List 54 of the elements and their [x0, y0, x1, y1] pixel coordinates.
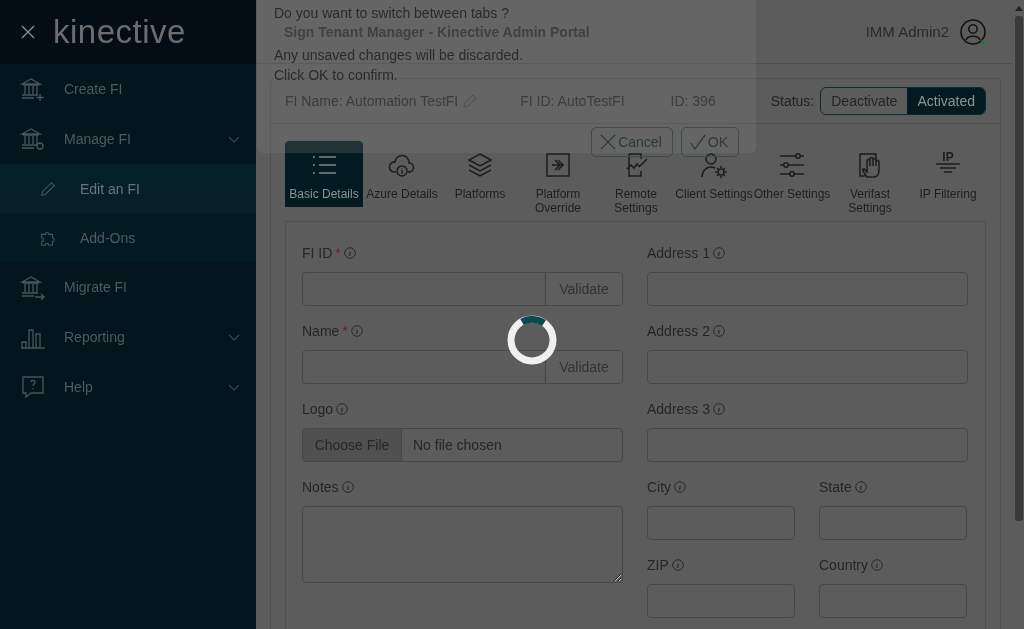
status-option[interactable]: Activated [907, 88, 985, 114]
cancel-button[interactable]: Cancel [591, 127, 673, 157]
user-gear-icon [700, 151, 728, 179]
dialog-message: Do you want to switch between tabs ? [274, 4, 511, 23]
info-icon [854, 481, 867, 493]
required-asterisk: * [335, 245, 341, 261]
tab[interactable]: Other Settings [753, 141, 831, 215]
info-icon [341, 481, 354, 493]
info-icon [671, 559, 684, 571]
info-icon [336, 403, 349, 415]
bank-arrow-icon [20, 274, 46, 300]
logo: kinective [53, 13, 186, 51]
help-icon [20, 374, 46, 400]
tab[interactable]: Basic Details [285, 141, 363, 207]
tab[interactable]: Verifast Settings [831, 141, 909, 215]
dialog-message: Click OK to confirm. [274, 66, 399, 85]
sidebar-item[interactable]: Create FI [0, 64, 256, 114]
required-asterisk: * [342, 323, 348, 339]
close-icon[interactable] [21, 25, 35, 39]
info-icon [674, 481, 687, 493]
sidebar-item[interactable]: Manage FI [0, 114, 256, 164]
bank-gear-icon [20, 126, 46, 152]
status-option[interactable]: Deactivate [821, 88, 908, 114]
dialog-message: Any unsaved changes will be discarded. [274, 46, 525, 65]
sidebar-item[interactable]: Help [0, 362, 256, 412]
arrow-box-icon [544, 151, 572, 179]
notes-textarea[interactable] [302, 506, 623, 583]
chevron-down-icon [228, 383, 240, 391]
layers-icon [466, 151, 494, 179]
info-icon [343, 247, 356, 259]
sidebar-subitem[interactable]: Edit an FI [0, 164, 256, 213]
bank-plus-icon [20, 76, 46, 102]
scrollbar[interactable] [1013, 0, 1024, 629]
tab[interactable]: IP IP Filtering [909, 141, 987, 215]
close-icon [600, 134, 617, 150]
scroll-up-icon[interactable] [1014, 6, 1023, 11]
ok-button[interactable]: OK [680, 127, 739, 157]
chevron-down-icon [228, 135, 240, 143]
tab[interactable]: Platforms [441, 141, 519, 215]
tab[interactable]: Azure Details [363, 141, 441, 215]
info-icon [713, 247, 726, 259]
sliders-icon [778, 151, 806, 179]
info-icon [713, 403, 726, 415]
sidebar-subitem[interactable]: Add-Ons [0, 213, 256, 262]
user-avatar-icon[interactable] [959, 17, 987, 46]
sidebar-item[interactable]: Reporting [0, 312, 256, 362]
sidebar-item[interactable]: Migrate FI [0, 262, 256, 312]
info-icon [713, 325, 726, 337]
info-icon [871, 559, 884, 571]
status-label: Status: [770, 93, 815, 109]
chevron-down-icon [228, 333, 240, 341]
pencil-icon [39, 179, 57, 198]
info-icon [350, 325, 363, 337]
check-icon [689, 134, 706, 150]
